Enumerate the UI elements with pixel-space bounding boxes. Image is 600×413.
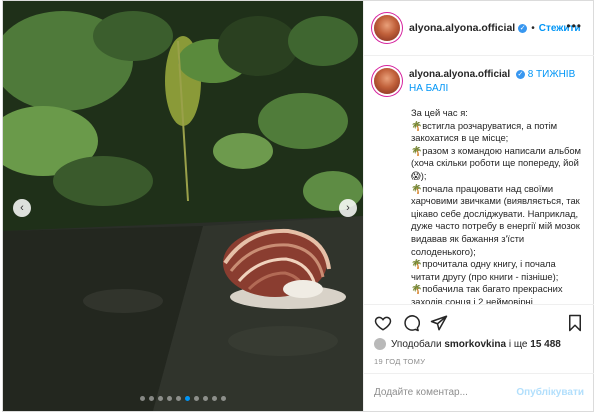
separator: • [531, 22, 535, 34]
post-photo[interactable]: ‹ › [3, 1, 363, 411]
carousel-prev-button[interactable]: ‹ [13, 199, 31, 217]
action-bar [364, 304, 594, 341]
likes-middle: і ще [508, 338, 528, 350]
comment-input[interactable]: Додайте коментар... [374, 387, 468, 398]
publish-button[interactable]: Опублікувати [516, 387, 584, 398]
username-link[interactable]: alyona.alyona.official [409, 22, 515, 34]
likes-prefix: Уподобали [391, 338, 442, 350]
palm-tree-icon: 🌴 [411, 284, 423, 295]
carousel-dot [140, 396, 145, 401]
palm-tree-icon: 🌴 [411, 259, 423, 270]
liker-avatar [374, 338, 386, 350]
likes-count-link[interactable]: 15 488 [530, 339, 561, 350]
palm-tree-icon: 🌴 [411, 183, 423, 194]
post-sidebar: alyona.alyona.official ✓ • Стежити ••• a… [363, 1, 594, 411]
carousel-dot [203, 396, 208, 401]
likes-summary: Уподобали smorkovkina і ще 15 488 [374, 338, 561, 350]
carousel-next-button[interactable]: › [339, 199, 357, 217]
palm-tree-icon: 🌴 [411, 120, 423, 131]
post-timestamp[interactable]: 19 ГОД ТОМУ [374, 357, 425, 366]
post-header: alyona.alyona.official ✓ • Стежити ••• [364, 1, 594, 56]
chevron-right-icon: › [346, 201, 350, 214]
caption-avatar[interactable] [374, 68, 400, 94]
carousel-dot [221, 396, 226, 401]
caption-item: 🌴почала працювати над своїми харчовими з… [411, 182, 580, 257]
caption-item: 🌴побачила так багато прекрасних заходів … [411, 283, 563, 304]
caption-username[interactable]: alyona.alyona.official [409, 69, 510, 80]
verified-badge-icon: ✓ [515, 70, 525, 79]
palm-tree-icon: 🌴 [411, 145, 423, 156]
instagram-post: ‹ › alyona.alyona.official ✓ • Стежити •… [2, 0, 594, 412]
caption-heading: alyona.alyona.official ✓ 8 ТИЖНІВ НА БАЛ… [409, 68, 584, 95]
more-options-icon[interactable]: ••• [566, 19, 582, 33]
chevron-left-icon: ‹ [20, 201, 24, 214]
avatar[interactable] [374, 15, 400, 41]
caption-header: alyona.alyona.official ✓ 8 ТИЖНІВ НА БАЛ… [364, 56, 594, 95]
carousel-dot [194, 396, 199, 401]
caption-intro: За цей час я: [411, 107, 468, 118]
carousel-dot [149, 396, 154, 401]
caption-area: alyona.alyona.official ✓ 8 ТИЖНІВ НА БАЛ… [364, 56, 594, 304]
liker-username-link[interactable]: smorkovkina [444, 339, 506, 350]
share-icon[interactable] [430, 314, 448, 332]
caption-item: 🌴встигла розчаруватися, а потім закохати… [411, 119, 558, 144]
carousel-dot [176, 396, 181, 401]
caption-body: За цей час я: 🌴встигла розчаруватися, а … [364, 107, 594, 304]
caption-item: 🌴прочитала одну книгу, і почала читати д… [411, 258, 559, 282]
heart-icon[interactable] [374, 314, 392, 332]
carousel-dot [212, 396, 217, 401]
bookmark-icon[interactable] [566, 314, 584, 332]
carousel-dot [158, 396, 163, 401]
snail-photo [3, 1, 363, 411]
comment-box: Додайте коментар... Опублікувати [364, 373, 594, 411]
carousel-dot [167, 396, 172, 401]
caption-item: 🌴разом з командою написали альбом (хоча … [411, 144, 581, 181]
comment-icon[interactable] [402, 314, 420, 332]
verified-badge-icon: ✓ [518, 23, 528, 33]
carousel-dots [3, 396, 363, 401]
carousel-dot-active [185, 396, 190, 401]
